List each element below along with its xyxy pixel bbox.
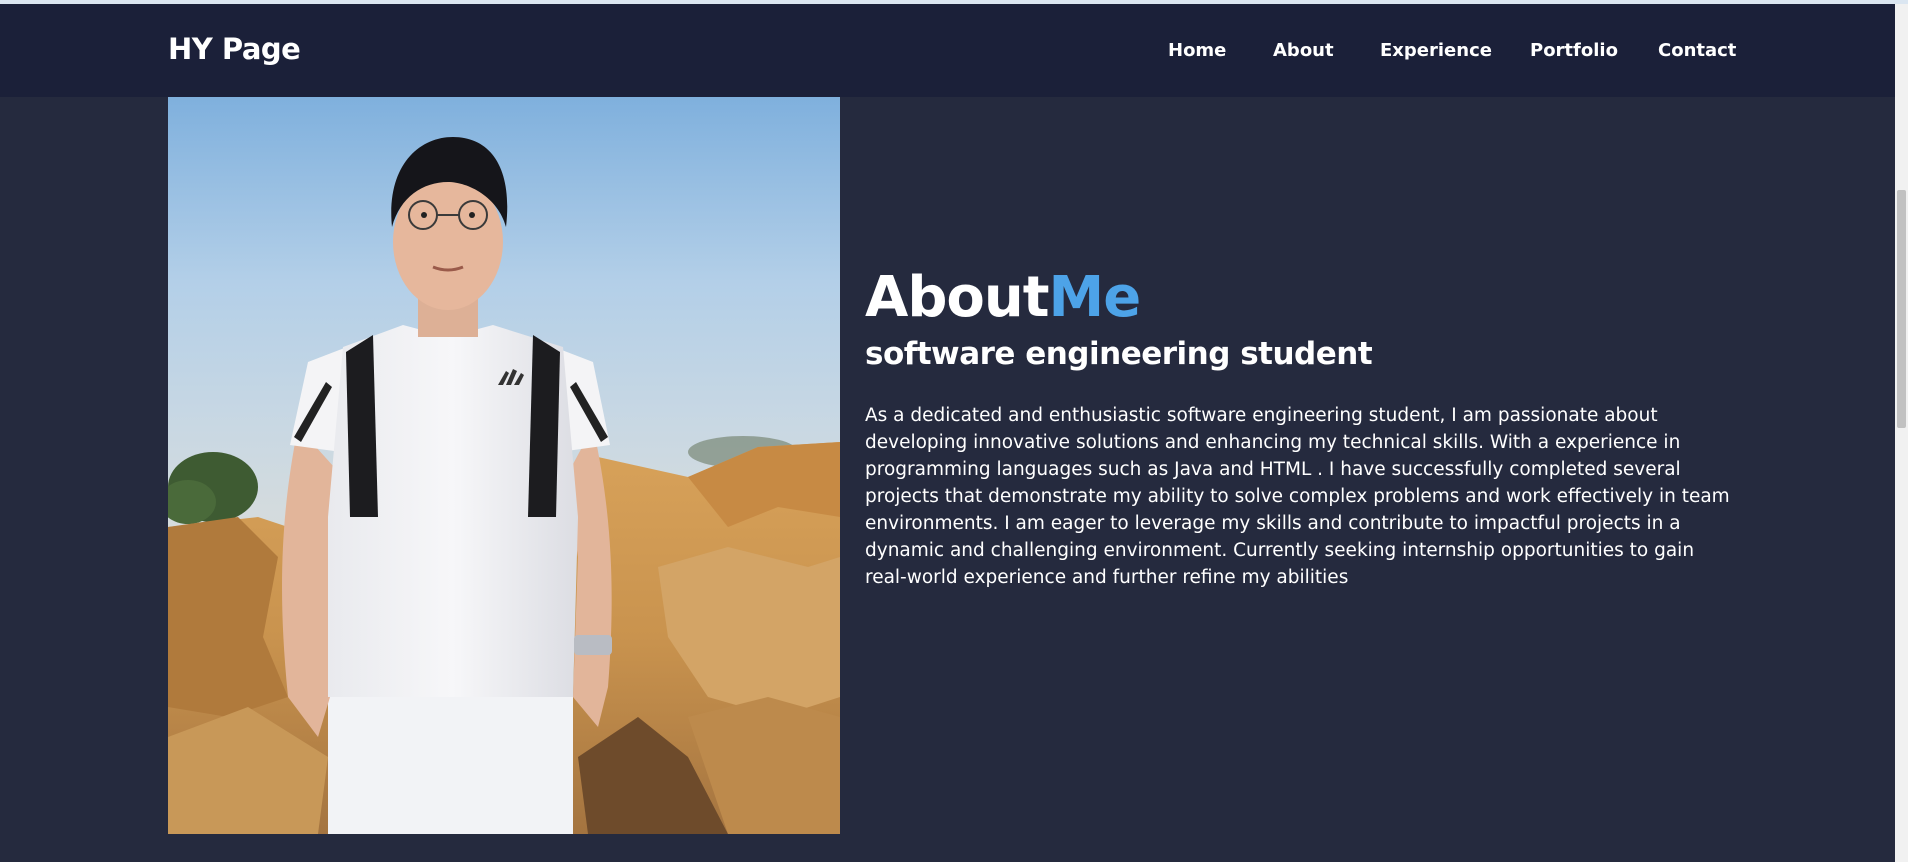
scrollbar-track[interactable] <box>1895 4 1908 862</box>
nav-home[interactable]: Home <box>1168 40 1226 61</box>
navbar: HY Page Home About Experience Portfolio … <box>0 4 1895 97</box>
about-title-accent: Me <box>1048 265 1142 330</box>
nav-portfolio[interactable]: Portfolio <box>1530 40 1618 61</box>
about-bio: As a dedicated and enthusiastic software… <box>865 405 1730 588</box>
main-nav: Home About Experience Portfolio Contact <box>1168 40 1736 70</box>
brand-logo[interactable]: HY Page <box>168 32 301 66</box>
about-title: AboutMe <box>865 265 1142 330</box>
scrollbar-thumb[interactable] <box>1897 190 1906 428</box>
profile-photo <box>168 97 840 834</box>
nav-about[interactable]: About <box>1273 40 1334 61</box>
about-subtitle: software engineering student <box>865 336 1373 372</box>
nav-experience[interactable]: Experience <box>1380 40 1492 61</box>
nav-contact[interactable]: Contact <box>1658 40 1736 61</box>
about-title-main: About <box>865 265 1050 330</box>
